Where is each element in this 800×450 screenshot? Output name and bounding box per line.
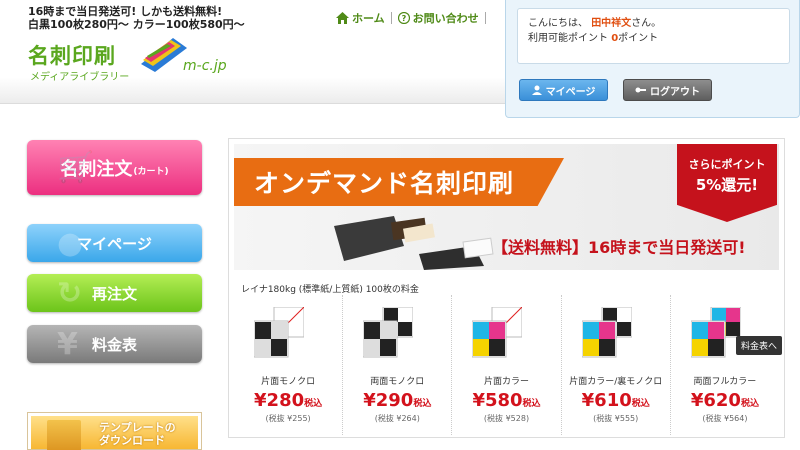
product-price: ¥620税込: [671, 390, 779, 411]
product-name: 片面カラー: [484, 377, 530, 387]
product-card[interactable]: 片面モノクロ ¥280税込 (税抜 ¥255): [234, 295, 344, 435]
greeting-suffix: さん。: [631, 18, 662, 29]
product-card[interactable]: 片面カラー ¥580税込 (税抜 ¥528): [452, 295, 562, 435]
price-table-label: 料金表: [91, 335, 137, 354]
product-tax-label: 税込: [413, 399, 432, 409]
product-price-value: ¥290: [363, 390, 414, 411]
product-price: ¥290税込: [343, 390, 451, 411]
points-label: 利用可能ポイント: [528, 33, 608, 44]
logo-subtitle: メディアライブラリー: [30, 72, 130, 83]
logo-title: 名刺印刷: [28, 44, 116, 68]
reorder-button[interactable]: ↻ 再注文: [27, 274, 202, 312]
points-unit: ポイント: [618, 33, 659, 44]
user-icon: ●: [57, 225, 84, 261]
product-name: 両面フルカラー: [693, 377, 757, 387]
product-price-value: ¥610: [581, 390, 632, 411]
product-pretax: (税抜 ¥564): [702, 414, 748, 423]
template-label-line-2: ダウンロード: [99, 434, 165, 447]
banner-title: オンデマンド名刺印刷: [254, 169, 515, 198]
product-price-value: ¥580: [472, 390, 523, 411]
sidebar-mypage-label: マイページ: [77, 234, 152, 253]
cart-icon: 🛒: [57, 150, 95, 185]
tagline: 16時まで当日発送可! しかも送料無料! 白黒100枚280円〜 カラー100枚…: [28, 5, 245, 31]
price-table-button[interactable]: ¥ 料金表: [27, 325, 202, 363]
color-single-side-icon: [472, 307, 523, 358]
user-name: 田中祥文: [591, 18, 632, 29]
product-price: ¥280税込: [234, 390, 342, 411]
points-badge: さらにポイント 5%還元!: [677, 144, 777, 222]
product-price-value: ¥280: [254, 390, 305, 411]
nav-home[interactable]: ホーム: [330, 10, 391, 26]
mypage-button-label: マイページ: [545, 86, 596, 98]
nav-home-label: ホーム: [352, 12, 385, 25]
mypage-button[interactable]: マイページ: [519, 79, 608, 101]
nav-separator: [484, 12, 486, 24]
reorder-button-label: 再注文: [91, 284, 137, 303]
tagline-line-2: 白黒100枚280円〜 カラー100枚580円〜: [28, 18, 245, 31]
product-pretax: (税抜 ¥528): [483, 414, 530, 423]
product-tax-label: 税込: [522, 399, 541, 409]
product-card[interactable]: 両面フルカラー ¥620税込 (税抜 ¥564): [671, 295, 779, 435]
product-pretax: (税抜 ¥264): [374, 414, 420, 423]
banner-subtitle: 【送料無料】16時まで当日発送可!: [492, 238, 746, 257]
product-card[interactable]: 片面カラー/裏モノクロ ¥610税込 (税抜 ¥555): [562, 295, 671, 435]
user-panel: こんにちは、 田中祥文さん。 利用可能ポイント 0ポイント マイページ ログアウ…: [505, 0, 800, 118]
color-double-side-icon: [690, 307, 741, 358]
user-icon: [531, 85, 542, 95]
color-front-mono-back-icon: [581, 307, 632, 358]
logo-card-icon: [141, 38, 187, 72]
product-pretax: (税抜 ¥555): [593, 414, 639, 423]
template-label: テンプレートの ダウンロード: [99, 421, 176, 447]
template-banner: テンプレートの ダウンロード: [31, 416, 198, 450]
mono-double-side-icon: [363, 307, 414, 358]
folder-icon: [47, 420, 81, 450]
badge-line-1: さらにポイント: [688, 158, 766, 171]
product-tax-label: 税込: [631, 399, 650, 409]
order-button[interactable]: 🛒 名刺注文 (カート): [27, 140, 202, 195]
promo-banner: オンデマンド名刺印刷 さらにポイント 5%還元! 【送料無料】16時まで当日発送…: [234, 144, 779, 270]
product-price: ¥610税込: [562, 390, 670, 411]
logo-domain: m-c.jp: [183, 58, 227, 74]
greeting-prefix: こんにちは、: [528, 18, 588, 29]
product-tax-label: 税込: [740, 399, 759, 409]
svg-text:?: ?: [401, 14, 406, 23]
product-name: 片面カラー/裏モノクロ: [569, 377, 663, 387]
top-nav: ホーム ? お問い合わせ: [330, 10, 486, 26]
sidebar-mypage-button[interactable]: ● マイページ: [27, 224, 202, 262]
logout-button[interactable]: ログアウト: [623, 79, 712, 101]
product-card[interactable]: 両面モノクロ ¥290税込 (税抜 ¥264): [343, 295, 453, 435]
business-card-hands-image: [334, 216, 494, 270]
key-icon: [635, 87, 646, 93]
product-tax-label: 税込: [304, 399, 323, 409]
logout-button-label: ログアウト: [650, 86, 700, 98]
product-price: ¥580税込: [452, 390, 560, 411]
product-price-value: ¥620: [690, 390, 741, 411]
template-label-line-1: テンプレートの: [99, 421, 176, 434]
user-info: こんにちは、 田中祥文さん。 利用可能ポイント 0ポイント: [517, 8, 790, 64]
nav-contact-label: お問い合わせ: [412, 12, 479, 25]
question-icon: ?: [397, 12, 410, 24]
template-download-button[interactable]: テンプレートの ダウンロード: [27, 412, 202, 450]
refresh-icon: ↻: [57, 275, 83, 311]
product-list: 片面モノクロ ¥280税込 (税抜 ¥255) 両面モノクロ ¥290税込 (税…: [234, 295, 779, 435]
nav-contact[interactable]: ? お問い合わせ: [392, 10, 485, 26]
paper-label: レイナ180kg (標準紙/上質紙) 100枚の料金: [241, 285, 419, 295]
product-name: 両面モノクロ: [370, 377, 425, 387]
site-logo[interactable]: 名刺印刷 メディアライブラリー m-c.jp: [28, 38, 238, 90]
main-content: オンデマンド名刺印刷 さらにポイント 5%還元! 【送料無料】16時まで当日発送…: [228, 138, 785, 438]
tagline-line-1: 16時まで当日発送可! しかも送料無料!: [28, 5, 223, 18]
badge-line-2: 5%還元!: [695, 176, 759, 194]
product-name: 片面モノクロ: [261, 377, 316, 387]
order-button-small: (カート): [133, 167, 169, 177]
product-pretax: (税抜 ¥255): [265, 414, 311, 423]
mono-single-side-icon: [254, 307, 304, 358]
home-icon: [336, 12, 349, 24]
price-table-tooltip: 料金表へ: [736, 336, 783, 355]
yen-icon: ¥: [57, 326, 78, 362]
